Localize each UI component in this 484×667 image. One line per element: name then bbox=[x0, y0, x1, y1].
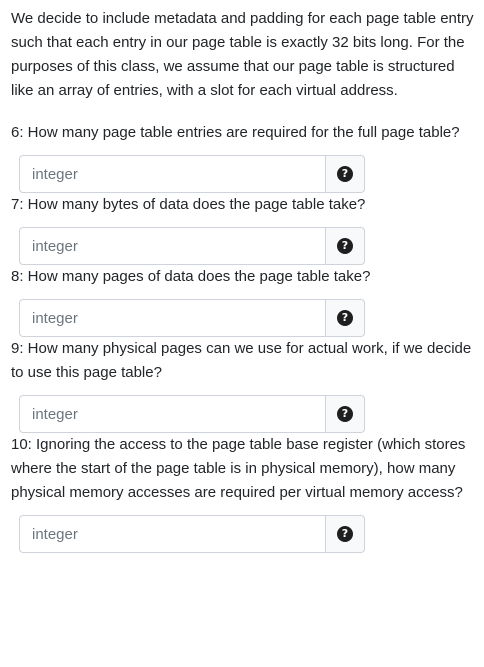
question-7-text: 7: How many bytes of data does the page … bbox=[11, 196, 366, 213]
question-panel: We decide to include metadata and paddin… bbox=[11, 7, 481, 553]
question-10-input-group: ? bbox=[19, 515, 365, 553]
question-9-input-group: ? bbox=[19, 395, 365, 433]
question-9-answer-input[interactable] bbox=[19, 395, 325, 433]
question-7-help-button[interactable]: ? bbox=[325, 227, 365, 265]
question-7-input-group: ? bbox=[19, 227, 365, 265]
question-6-input-group: ? bbox=[19, 155, 365, 193]
question-8-help-button[interactable]: ? bbox=[325, 299, 365, 337]
question-10-text: 10: Ignoring the access to the page tabl… bbox=[11, 436, 466, 501]
question-10-answer-input[interactable] bbox=[19, 515, 325, 553]
question-10-help-button[interactable]: ? bbox=[325, 515, 365, 553]
question-9-text: 9: How many physical pages can we use fo… bbox=[11, 340, 472, 381]
question-circle-icon: ? bbox=[337, 526, 353, 542]
question-circle-icon: ? bbox=[337, 310, 353, 326]
question-6-text: 6: How many page table entries are requi… bbox=[11, 124, 460, 141]
intro-paragraph: We decide to include metadata and paddin… bbox=[11, 10, 474, 99]
question-8-answer-input[interactable] bbox=[19, 299, 325, 337]
question-6-answer-input[interactable] bbox=[19, 155, 325, 193]
question-8-input-group: ? bbox=[19, 299, 365, 337]
question-circle-icon: ? bbox=[337, 406, 353, 422]
question-6-help-button[interactable]: ? bbox=[325, 155, 365, 193]
question-circle-icon: ? bbox=[337, 238, 353, 254]
question-circle-icon: ? bbox=[337, 166, 353, 182]
question-8-text: 8: How many pages of data does the page … bbox=[11, 268, 371, 285]
question-7-answer-input[interactable] bbox=[19, 227, 325, 265]
question-9-help-button[interactable]: ? bbox=[325, 395, 365, 433]
